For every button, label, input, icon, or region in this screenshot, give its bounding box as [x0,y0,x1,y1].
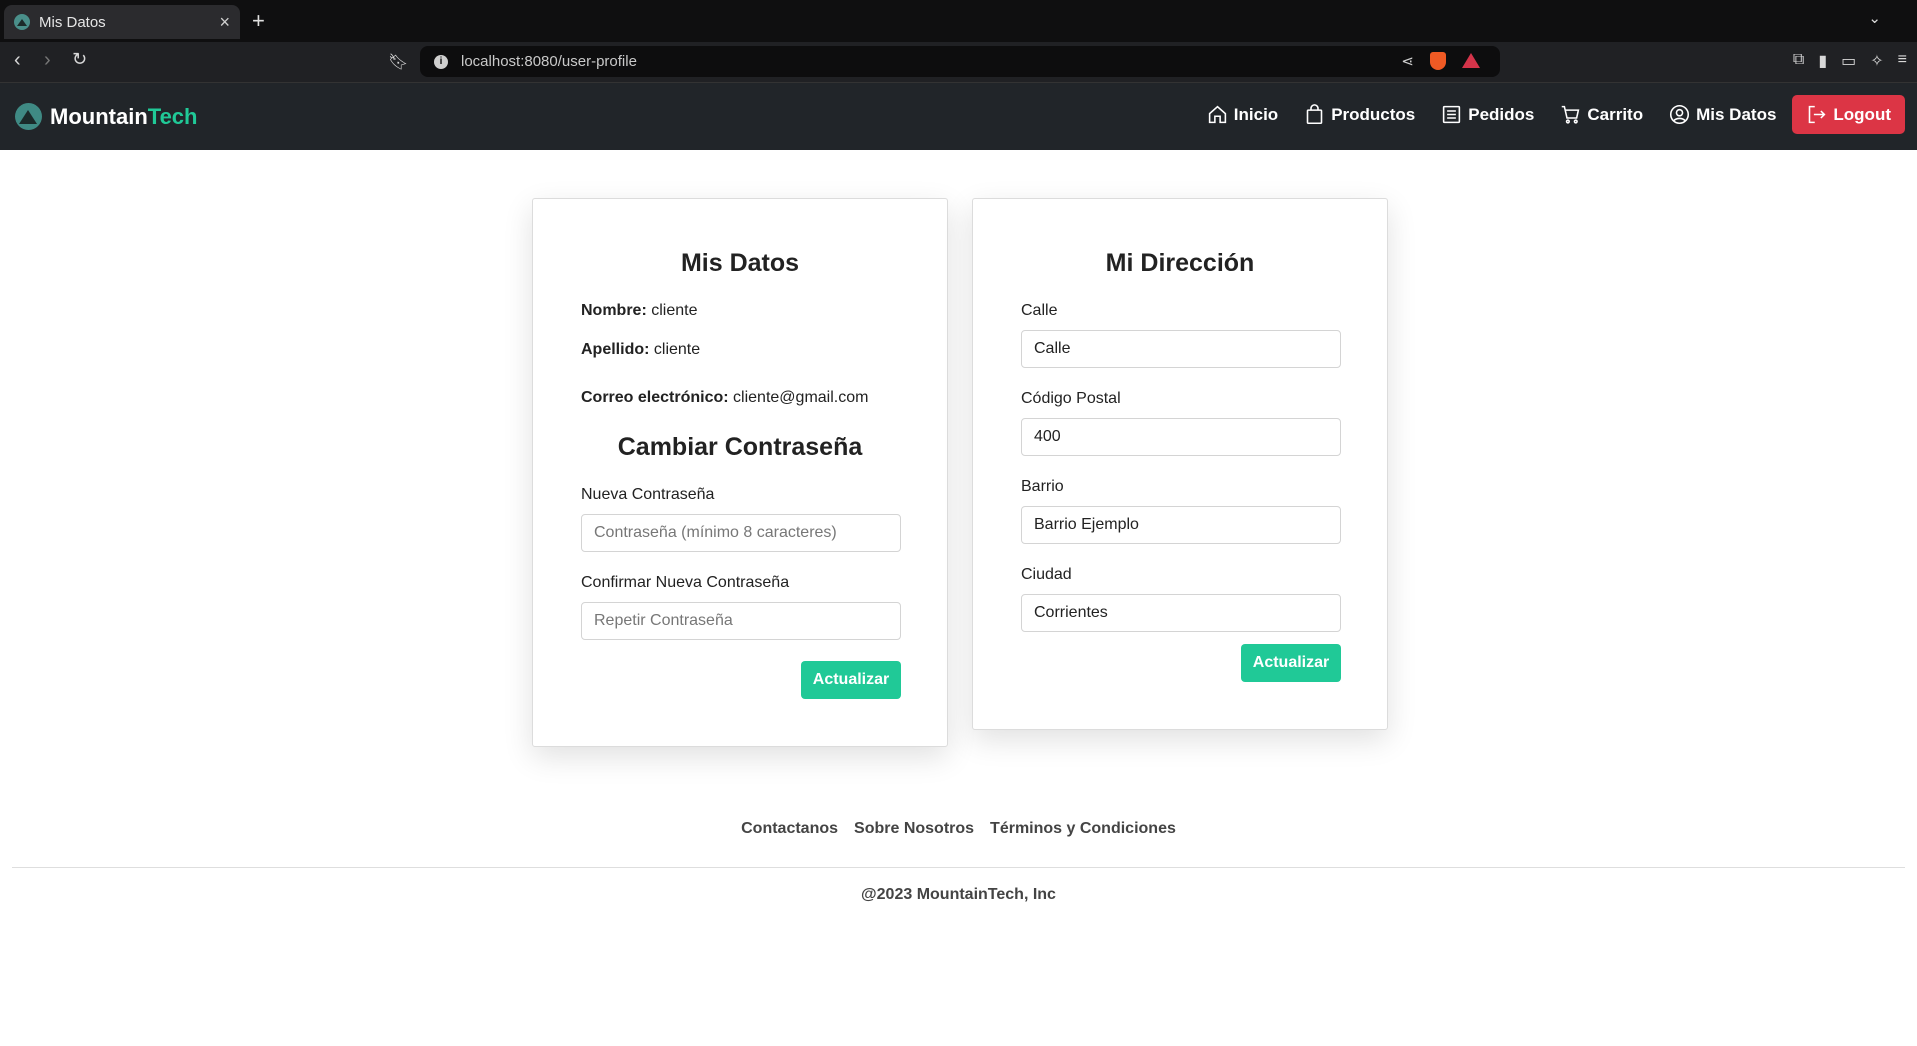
home-icon [1208,105,1226,124]
brave-rewards-icon[interactable] [1462,53,1480,68]
brand-logo-link[interactable]: Mountain Tech [15,103,197,130]
zip-label: Código Postal [1021,390,1121,407]
change-password-title: Cambiar Contraseña [617,433,863,461]
brand-name-part1: Mountain [50,103,148,129]
footer-link-terms[interactable]: Términos y Condiciones [990,820,1176,838]
menu-icon[interactable]: ≡ [1898,51,1907,71]
confirm-password-input[interactable] [581,602,901,640]
district-label: Barrio [1021,478,1064,495]
city-input[interactable] [1021,594,1341,632]
tab-list-chevron-icon[interactable]: ⌄ [1868,9,1881,27]
nav-item-productos[interactable]: Productos [1304,104,1415,125]
app-navbar: Mountain Tech Inicio Productos Pedidos Ca… [0,83,1917,150]
lastname-label: Apellido: [581,341,650,358]
new-password-input[interactable] [581,514,901,552]
nav-item-carrito[interactable]: Carrito [1560,104,1643,125]
user-circle-icon [1670,104,1690,125]
footer-link-about[interactable]: Sobre Nosotros [854,820,974,838]
brave-shield-icon[interactable] [1430,52,1446,70]
email-row: Correo electrónico: cliente@gmail.com [581,389,899,407]
name-value: cliente [651,302,698,319]
lastname-value: cliente [653,341,701,358]
extensions-icon[interactable]: ⧉ [1793,51,1804,71]
copyright-text: @2023 MountainTech, Inc [861,886,1056,903]
share-icon[interactable]: ⋖ [1401,52,1414,70]
bookmark-icon[interactable]: 🔖︎ [388,52,408,72]
nav-item-inicio[interactable]: Inicio [1207,104,1278,125]
city-label: Ciudad [1021,566,1072,583]
footer-divider [12,867,1905,868]
nav-item-label: Pedidos [1468,104,1535,124]
nav-item-label: Mis Datos [1696,104,1777,124]
update-password-button[interactable]: Actualizar [801,661,901,699]
nav-item-mis-datos[interactable]: Mis Datos [1669,104,1776,125]
district-input[interactable] [1021,506,1341,544]
lastname-row: Apellido: cliente [581,341,899,359]
name-label: Nombre: [581,302,647,319]
back-icon[interactable]: ‹ [14,49,21,72]
address-title: Mi Dirección [1105,249,1255,277]
footer-link-contact[interactable]: Contactanos [741,820,838,838]
list-icon [1443,105,1461,124]
street-input[interactable] [1021,330,1341,368]
forward-icon[interactable]: › [44,49,51,72]
site-info-icon[interactable]: i [434,54,448,69]
mountain-logo-icon [15,103,42,130]
nav-item-label: Productos [1331,104,1416,124]
logout-label: Logout [1833,104,1891,124]
browser-tab-bar: Mis Datos × + ⌄ [0,0,1917,42]
confirm-password-label: Confirmar Nueva Contraseña [581,574,790,591]
wallet-icon[interactable]: ▭ [1841,51,1856,71]
browser-toolbar: ‹ › ↻ 🔖︎ i localhost:8080/user-profile ⋖… [0,42,1917,83]
brand-name-part2: Tech [147,103,198,129]
leo-ai-icon[interactable]: ✧ [1870,51,1883,71]
cart-icon [1562,105,1580,124]
tab-title: Mis Datos [39,13,106,31]
favicon-icon [14,14,30,30]
new-password-label: Nueva Contraseña [581,486,715,503]
address-bar[interactable]: i localhost:8080/user-profile ⋖ [420,46,1500,77]
zip-input[interactable] [1021,418,1341,456]
footer-links: Contactanos Sobre Nosotros Términos y Co… [0,820,1917,838]
close-tab-icon[interactable]: × [219,12,230,33]
logout-button[interactable]: Logout [1792,95,1905,134]
email-label: Correo electrónico: [581,389,729,406]
logout-icon [1809,105,1826,124]
bag-icon [1306,104,1323,125]
update-address-button[interactable]: Actualizar [1241,644,1341,682]
sidebar-icon[interactable]: ▮ [1818,51,1827,71]
new-tab-icon[interactable]: + [252,8,265,34]
nav-item-label: Inicio [1233,104,1279,124]
nav-item-label: Carrito [1587,104,1644,124]
reload-icon[interactable]: ↻ [72,49,87,70]
street-label: Calle [1021,302,1058,319]
name-row: Nombre: cliente [581,302,899,320]
profile-card: Mis Datos Nombre: cliente Apellido: clie… [532,198,948,747]
url-text: localhost:8080/user-profile [461,53,637,70]
browser-tab[interactable]: Mis Datos × [4,5,240,39]
address-card: Mi Dirección Calle Código Postal Barrio … [972,198,1388,730]
profile-title: Mis Datos [680,249,800,277]
email-value: cliente@gmail.com [733,389,869,406]
nav-item-pedidos[interactable]: Pedidos [1441,104,1534,125]
